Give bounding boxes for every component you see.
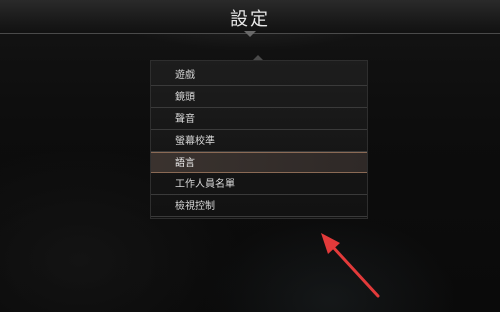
- settings-screen: 設定 遊戲 鏡頭 聲音 螢幕校準 語言 工作人員名單 檢視控制: [0, 0, 500, 312]
- page-title: 設定: [230, 9, 270, 30]
- menu-item-view-controls[interactable]: 檢視控制: [151, 196, 367, 217]
- menu-item-camera[interactable]: 鏡頭: [151, 87, 367, 108]
- menu-item-language[interactable]: 語言: [151, 152, 367, 173]
- settings-menu: 遊戲 鏡頭 聲音 螢幕校準 語言 工作人員名單 檢視控制: [150, 60, 368, 219]
- menu-item-screen-calibration[interactable]: 螢幕校準: [151, 131, 367, 152]
- menu-item-game[interactable]: 遊戲: [151, 65, 367, 86]
- menu-item-sound[interactable]: 聲音: [151, 109, 367, 130]
- title-notch-icon: [244, 31, 256, 37]
- menu-item-credits[interactable]: 工作人員名單: [151, 174, 367, 195]
